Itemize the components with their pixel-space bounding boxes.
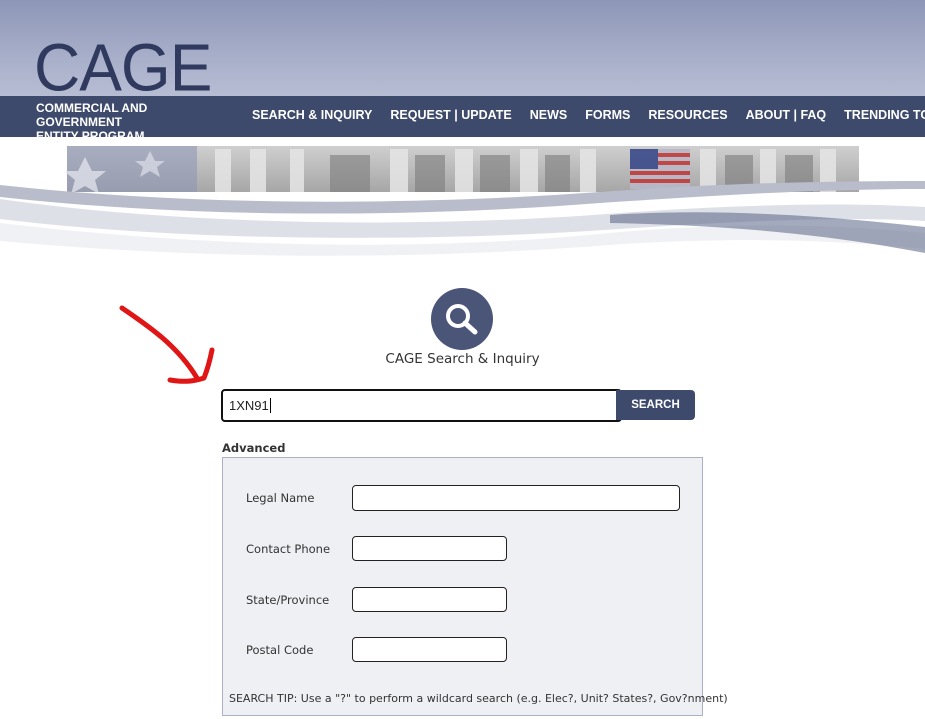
nav-about-faq[interactable]: ABOUT | FAQ bbox=[746, 108, 827, 122]
advanced-search-panel: Legal Name Contact Phone State/Province … bbox=[222, 457, 728, 716]
postal-code-input[interactable] bbox=[352, 637, 507, 662]
nav-news[interactable]: NEWS bbox=[530, 108, 568, 122]
contact-phone-label: Contact Phone bbox=[246, 542, 331, 556]
text-caret bbox=[269, 398, 271, 413]
state-province-input[interactable] bbox=[352, 587, 507, 612]
program-name-line1: COMMERCIAL AND GOVERNMENT bbox=[36, 101, 148, 129]
nav-forms[interactable]: FORMS bbox=[585, 108, 630, 122]
header-banner: CAGE bbox=[0, 0, 925, 101]
legal-name-label: Legal Name bbox=[246, 491, 315, 505]
advanced-label: Advanced bbox=[222, 441, 286, 455]
page-title: CAGE Search & Inquiry bbox=[385, 351, 540, 367]
contact-phone-input[interactable] bbox=[352, 536, 507, 561]
state-province-label: State/Province bbox=[246, 593, 330, 607]
nav-request-update[interactable]: REQUEST | UPDATE bbox=[390, 108, 511, 122]
search-button[interactable]: SEARCH bbox=[616, 390, 695, 420]
nav-trending-topics[interactable]: TRENDING TOPICS bbox=[844, 108, 925, 122]
magnifier-icon bbox=[446, 304, 478, 335]
annotation-arrow bbox=[119, 305, 215, 384]
navbar: COMMERCIAL AND GOVERNMENT ENTITY PROGRAM… bbox=[0, 96, 925, 143]
hero-banner-image bbox=[0, 146, 925, 277]
nav-search-inquiry[interactable]: SEARCH & INQUIRY bbox=[252, 108, 372, 122]
legal-name-input[interactable] bbox=[352, 485, 680, 511]
postal-code-label: Postal Code bbox=[246, 643, 314, 657]
search-tip: SEARCH TIP: Use a "?" to perform a wildc… bbox=[229, 692, 728, 705]
search-input-value: 1XN91 bbox=[229, 398, 269, 413]
search-inquiry-icon bbox=[431, 288, 493, 350]
cage-logo[interactable]: CAGE bbox=[34, 34, 212, 101]
nav-resources[interactable]: RESOURCES bbox=[648, 108, 727, 122]
cage-search-input[interactable]: 1XN91 bbox=[221, 389, 622, 422]
nav-links: SEARCH & INQUIRY REQUEST | UPDATE NEWS F… bbox=[252, 108, 925, 122]
